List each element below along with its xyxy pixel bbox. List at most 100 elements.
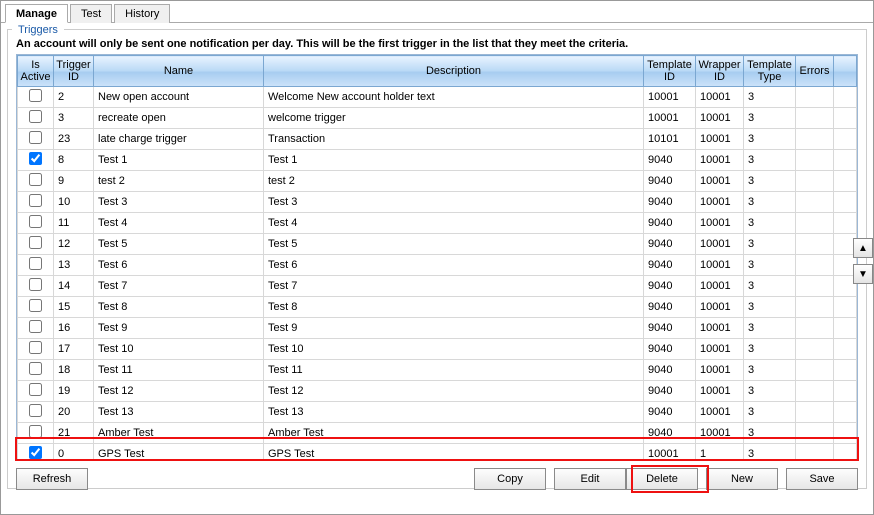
is-active-checkbox[interactable] [29, 131, 42, 144]
cell-wrap[interactable]: 10001 [696, 423, 744, 444]
table-row[interactable]: 13Test 6Test 69040100013 [18, 255, 857, 276]
cell-name[interactable]: Test 3 [94, 192, 264, 213]
cell-err[interactable] [796, 234, 834, 255]
table-row[interactable]: 20Test 13Test 139040100013 [18, 402, 857, 423]
cell-err[interactable] [796, 423, 834, 444]
cell-is-active[interactable] [18, 444, 54, 460]
cell-desc[interactable]: GPS Test [264, 444, 644, 460]
cell-err[interactable] [796, 129, 834, 150]
cell-type[interactable]: 3 [744, 129, 796, 150]
cell-desc[interactable]: Test 7 [264, 276, 644, 297]
copy-button[interactable]: Copy [474, 468, 546, 490]
cell-desc[interactable]: Test 1 [264, 150, 644, 171]
cell-desc[interactable]: Test 5 [264, 234, 644, 255]
cell-name[interactable]: test 2 [94, 171, 264, 192]
cell-err[interactable] [796, 402, 834, 423]
cell-name[interactable]: Test 1 [94, 150, 264, 171]
table-row[interactable]: 9test 2test 29040100013 [18, 171, 857, 192]
cell-type[interactable]: 3 [744, 150, 796, 171]
cell-id[interactable]: 13 [54, 255, 94, 276]
cell-type[interactable]: 3 [744, 381, 796, 402]
cell-type[interactable]: 3 [744, 192, 796, 213]
cell-id[interactable]: 8 [54, 150, 94, 171]
table-row[interactable]: 19Test 12Test 129040100013 [18, 381, 857, 402]
cell-tmpl[interactable]: 9040 [644, 297, 696, 318]
is-active-checkbox[interactable] [29, 173, 42, 186]
cell-wrap[interactable]: 10001 [696, 276, 744, 297]
cell-err[interactable] [796, 255, 834, 276]
cell-id[interactable]: 21 [54, 423, 94, 444]
cell-is-active[interactable] [18, 255, 54, 276]
cell-desc[interactable]: Test 3 [264, 192, 644, 213]
table-row[interactable]: 14Test 7Test 79040100013 [18, 276, 857, 297]
col-name[interactable]: Name [94, 56, 264, 87]
cell-id[interactable]: 14 [54, 276, 94, 297]
cell-id[interactable]: 0 [54, 444, 94, 460]
cell-name[interactable]: Test 13 [94, 402, 264, 423]
col-template-type[interactable]: Template Type [744, 56, 796, 87]
cell-is-active[interactable] [18, 423, 54, 444]
cell-id[interactable]: 10 [54, 192, 94, 213]
is-active-checkbox[interactable] [29, 152, 42, 165]
cell-desc[interactable]: Test 6 [264, 255, 644, 276]
cell-wrap[interactable]: 10001 [696, 108, 744, 129]
cell-tmpl[interactable]: 10001 [644, 444, 696, 460]
cell-wrap[interactable]: 10001 [696, 171, 744, 192]
cell-name[interactable]: GPS Test [94, 444, 264, 460]
move-up-button[interactable]: ▲ [853, 238, 873, 258]
table-row[interactable]: 17Test 10Test 109040100013 [18, 339, 857, 360]
cell-is-active[interactable] [18, 213, 54, 234]
cell-id[interactable]: 2 [54, 87, 94, 108]
cell-desc[interactable]: Test 12 [264, 381, 644, 402]
cell-type[interactable]: 3 [744, 108, 796, 129]
is-active-checkbox[interactable] [29, 362, 42, 375]
cell-name[interactable]: Test 6 [94, 255, 264, 276]
col-description[interactable]: Description [264, 56, 644, 87]
cell-id[interactable]: 9 [54, 171, 94, 192]
table-row[interactable]: 0GPS TestGPS Test1000113 [18, 444, 857, 460]
cell-id[interactable]: 17 [54, 339, 94, 360]
cell-name[interactable]: Test 5 [94, 234, 264, 255]
cell-is-active[interactable] [18, 171, 54, 192]
tab-manage[interactable]: Manage [5, 4, 68, 23]
cell-desc[interactable]: Transaction [264, 129, 644, 150]
cell-type[interactable]: 3 [744, 339, 796, 360]
cell-wrap[interactable]: 10001 [696, 150, 744, 171]
is-active-checkbox[interactable] [29, 89, 42, 102]
cell-type[interactable]: 3 [744, 87, 796, 108]
col-wrapper-id[interactable]: Wrapper ID [696, 56, 744, 87]
cell-is-active[interactable] [18, 360, 54, 381]
col-template-id[interactable]: Template ID [644, 56, 696, 87]
cell-type[interactable]: 3 [744, 255, 796, 276]
cell-is-active[interactable] [18, 234, 54, 255]
cell-type[interactable]: 3 [744, 213, 796, 234]
cell-id[interactable]: 3 [54, 108, 94, 129]
cell-tmpl[interactable]: 9040 [644, 423, 696, 444]
table-row[interactable]: 21Amber TestAmber Test9040100013 [18, 423, 857, 444]
cell-wrap[interactable]: 10001 [696, 129, 744, 150]
cell-desc[interactable]: Test 10 [264, 339, 644, 360]
cell-wrap[interactable]: 10001 [696, 255, 744, 276]
cell-err[interactable] [796, 87, 834, 108]
cell-id[interactable]: 16 [54, 318, 94, 339]
is-active-checkbox[interactable] [29, 320, 42, 333]
cell-is-active[interactable] [18, 276, 54, 297]
cell-type[interactable]: 3 [744, 318, 796, 339]
is-active-checkbox[interactable] [29, 236, 42, 249]
cell-desc[interactable]: Test 4 [264, 213, 644, 234]
cell-wrap[interactable]: 1 [696, 444, 744, 460]
col-trigger-id[interactable]: Trigger ID [54, 56, 94, 87]
is-active-checkbox[interactable] [29, 425, 42, 438]
cell-tmpl[interactable]: 9040 [644, 150, 696, 171]
cell-tmpl[interactable]: 9040 [644, 255, 696, 276]
grid-scroll[interactable]: Is Active Trigger ID Name Description Te… [17, 55, 857, 459]
cell-name[interactable]: Test 7 [94, 276, 264, 297]
cell-err[interactable] [796, 318, 834, 339]
is-active-checkbox[interactable] [29, 383, 42, 396]
cell-tmpl[interactable]: 10101 [644, 129, 696, 150]
cell-name[interactable]: New open account [94, 87, 264, 108]
cell-tmpl[interactable]: 9040 [644, 381, 696, 402]
tab-test[interactable]: Test [70, 4, 112, 23]
is-active-checkbox[interactable] [29, 194, 42, 207]
cell-is-active[interactable] [18, 402, 54, 423]
